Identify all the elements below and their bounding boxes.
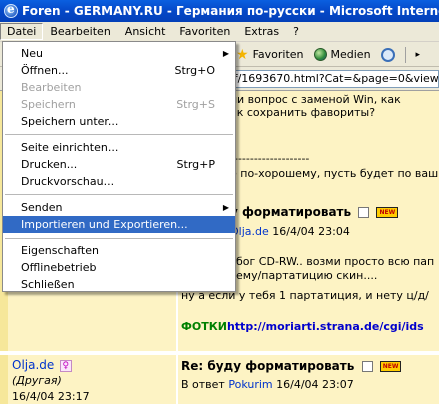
menu-item-edit: Bearbeiten <box>21 81 82 94</box>
history-icon[interactable] <box>380 47 395 62</box>
menu-item-properties[interactable]: Eigenschaften <box>3 242 235 259</box>
menu-item-open[interactable]: Öffnen... Strg+O <box>3 62 235 79</box>
author-link[interactable]: Olja.de <box>12 358 54 372</box>
menu-extras[interactable]: Extras <box>237 23 286 40</box>
post-text: бог CD-RW.. возми просто всю пап <box>236 255 435 268</box>
toolbar-more-icon[interactable]: ▸ <box>416 50 421 60</box>
menu-separator <box>5 194 233 195</box>
menu-item-new[interactable]: Neu ▶ <box>3 45 235 62</box>
post-meta: Olja.de 16/4/04 23:04 <box>230 225 350 238</box>
post-text: ак сохранить фавориты? <box>230 106 376 119</box>
address-input[interactable]: /f/1693670.html?Cat=&page=0&view=co <box>226 70 439 88</box>
menu-item-import-export[interactable]: Importieren und Exportieren... <box>3 216 235 233</box>
menu-separator <box>5 134 233 135</box>
menu-bar: Datei Bearbeiten Ansicht Favoriten Extra… <box>0 22 439 42</box>
menu-item-print-preview[interactable]: Druckvorschau... <box>3 173 235 190</box>
post-text: -------------------- <box>230 152 310 165</box>
author-block: Olja.de ♀ <box>12 358 72 372</box>
media-label: Medien <box>330 48 371 61</box>
checkbox-icon[interactable] <box>358 207 370 218</box>
menu-separator <box>5 238 233 239</box>
menu-favoriten[interactable]: Favoriten <box>172 23 237 40</box>
title-bar: Foren - GERMANY.RU - Германия по-русски … <box>0 0 439 22</box>
post-text: е по-хорошему, пусть будет по ваш <box>230 167 439 180</box>
media-globe-icon <box>313 48 327 61</box>
reply-prefix: В ответ <box>181 378 225 391</box>
post-link-line: ФОТКИhttp://moriarti.strana.de/cgi/ids <box>181 320 424 333</box>
checkbox-icon[interactable] <box>361 361 373 372</box>
menu-item-close[interactable]: Schließen <box>3 276 235 293</box>
favorites-label: Favoriten <box>252 48 304 61</box>
file-menu-dropdown: Neu ▶ Öffnen... Strg+O Bearbeiten Speich… <box>2 41 236 292</box>
menu-item-page-setup[interactable]: Seite einrichten... <box>3 139 235 156</box>
post-text: ли вопрос с заменой Win, как <box>230 93 401 106</box>
menu-item-save-as[interactable]: Speichern unter... <box>3 113 235 130</box>
ie-logo-icon <box>4 2 18 18</box>
post-date: 16/4/04 23:07 <box>276 378 354 391</box>
menu-bearbeiten[interactable]: Bearbeiten <box>43 23 117 40</box>
menu-item-save: Speichern Strg+S <box>21 98 215 111</box>
menu-ansicht[interactable]: Ansicht <box>118 23 173 40</box>
menu-item-send[interactable]: Senden ▶ <box>3 199 235 216</box>
post-meta: В ответ Pokurim 16/4/04 23:07 <box>181 378 354 391</box>
menu-datei[interactable]: Datei <box>0 23 44 40</box>
media-button[interactable]: Medien <box>313 48 371 61</box>
post-title: у форматировать NEW <box>230 205 399 219</box>
submenu-arrow-icon: ▶ <box>222 203 229 212</box>
new-badge: NEW <box>376 207 399 218</box>
post-text: ему/партатицию скин.... <box>236 269 378 282</box>
post-title: Re: буду форматировать NEW <box>181 359 402 373</box>
submenu-arrow-icon: ▶ <box>222 49 229 58</box>
author-date: 16/4/04 23:17 <box>12 390 90 403</box>
favorites-button[interactable]: ★ Favoriten <box>236 48 304 62</box>
window-title: Foren - GERMANY.RU - Германия по-русски … <box>22 4 439 18</box>
reply-to-link[interactable]: Pokurim <box>228 378 272 391</box>
author-status: (Другая) <box>12 374 62 387</box>
post-green-word: ФОТКИ <box>181 320 227 333</box>
star-icon: ★ <box>236 46 249 63</box>
post-date: 16/4/04 23:04 <box>272 225 350 238</box>
female-icon: ♀ <box>59 360 72 372</box>
new-badge: NEW <box>379 361 402 372</box>
menu-item-print[interactable]: Drucken... Strg+P <box>3 156 235 173</box>
toolbar-separator <box>404 46 406 63</box>
menu-help[interactable]: ? <box>286 23 306 40</box>
menu-item-offline[interactable]: Offlinebetrieb <box>3 259 235 276</box>
external-link[interactable]: http://moriarti.strana.de/cgi/ids <box>227 320 424 333</box>
